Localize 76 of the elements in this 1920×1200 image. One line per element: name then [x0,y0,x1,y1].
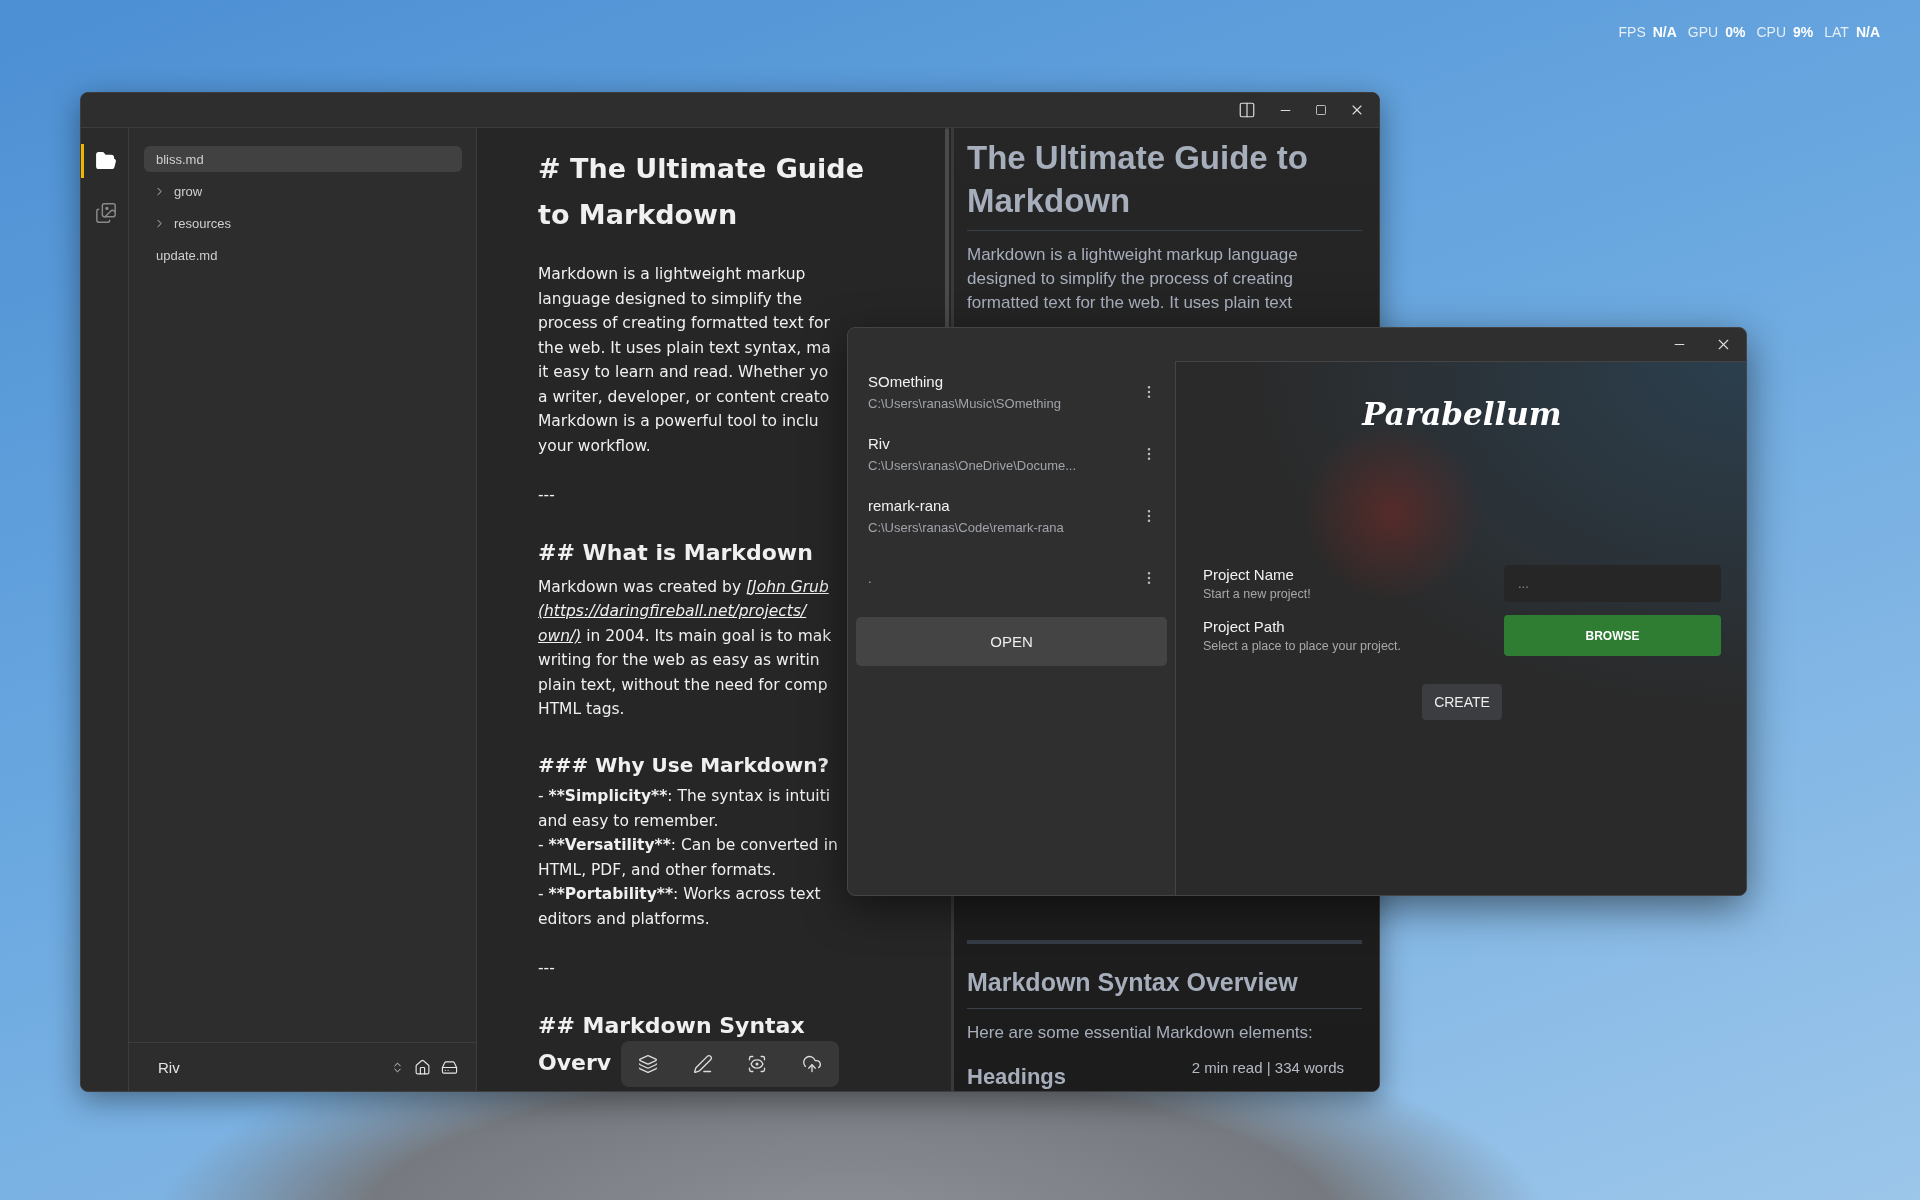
workspace-name[interactable]: Riv [158,1058,381,1076]
preview-text: formatted text for the web. It uses plain text [967,292,1293,314]
editor-line: plain text, without the need for comp [538,674,828,696]
file-tree-item[interactable]: bliss.md [144,146,462,172]
field-hint: Select a place to place your project. [1203,639,1402,653]
editor-heading: Overv [538,1048,612,1077]
editor-line: it easy to learn and read. Whether yo [538,362,829,383]
editor-line: and easy to remember. [538,810,719,832]
stat-value: N/A [1652,24,1677,40]
stat-value: 0% [1725,24,1746,40]
preview-text: Markdown is a lightweight markup language [967,244,1298,266]
project-name[interactable]: remark-rana [868,497,1141,514]
file-tree-item[interactable]: update.md [144,242,462,268]
file-tree-item[interactable]: resources [144,210,462,236]
editor-line: a writer, developer, or content creato [538,386,830,408]
editor-line: - **Portability**: Works across text [538,884,821,905]
editor-line: --- [538,957,555,979]
chevrons-up-down-icon[interactable] [391,1060,404,1074]
cloud-upload-icon [801,1054,822,1074]
preview-text: designed to simplify the process of creating [967,268,1293,290]
field-label: Project Path [1203,618,1286,635]
project-path: C:\Users\ranas\OneDrive\Docume... [868,458,1078,473]
preview-heading: The Ultimate Guide to [967,138,1310,178]
editor-heading: ### Why Use Markdown? [538,752,830,779]
editor-line: editors and platforms. [538,908,710,930]
stat-label: FPS [1618,24,1646,40]
maximize-icon[interactable] [1315,104,1327,116]
stat-label: GPU [1687,24,1719,40]
editor-heading: # The Ultimate Guide [538,152,864,186]
editor-line: HTML, PDF, and other formats. [538,859,777,881]
stat-label: CPU [1756,24,1786,40]
editor-line: --- [538,484,555,506]
pen-icon [692,1054,713,1074]
editor-heading: to Markdown [538,198,738,232]
editor-line: process of creating formatted text for [538,313,830,334]
field-label: Project Name [1203,566,1295,583]
editor-line: Markdown is a powerful tool to inclu [538,411,819,432]
editor-heading: ## Markdown Syntax [538,1012,805,1040]
project-path: C:\Users\ranas\Music\SOmething [868,396,1062,411]
editor-line: writing for the web as easy as writin [538,650,820,671]
project-name[interactable]: Riv [868,435,1141,452]
editor-line: - **Simplicity**: The syntax is intuiti [538,786,830,807]
editor-line: own/) in 2004. Its main goal is to mak [538,625,832,647]
editor-line: (https://daringfireball.net/projects/ [538,601,807,622]
images-icon [95,202,117,224]
create-button[interactable]: CREATE [1422,684,1502,720]
preview-heading: Markdown [967,181,1132,221]
editor-heading: ## What is Markdown [538,539,813,567]
project-path: C:\Users\ranas\Code\remark-rana [868,520,1065,535]
open-button[interactable]: OPEN [856,617,1167,666]
field-hint: Start a new project! [1203,587,1311,601]
file-tree-item[interactable]: grow [144,178,462,204]
project-path: . [868,570,873,586]
editor-line: HTML tags. [538,699,625,720]
project-name[interactable]: SOmething [868,373,1141,390]
app-logo: Parabellum [1362,396,1562,432]
editor-line: the web. It uses plain text syntax, ma [538,337,831,359]
editor-line: - **Versatility**: Can be converted in [538,835,838,856]
home-icon[interactable] [414,1058,431,1076]
stat-value: N/A [1855,24,1880,40]
preview-text: Here are some essential Markdown elements: [967,1022,1313,1044]
stat-label: LAT [1824,24,1849,40]
drive-icon[interactable] [441,1058,458,1076]
editor-line: Markdown is a lightweight markup [538,264,806,285]
editor-line: Markdown was created by [John Grub [538,576,829,598]
preview-heading: Headings [967,1063,1067,1091]
browse-button[interactable]: BROWSE [1504,615,1721,656]
editor-line: your workflow. [538,435,651,457]
editor-line: language designed to simplify the [538,288,802,310]
folder-icon [95,150,117,172]
project-name-input[interactable]: ... [1504,565,1721,602]
layers-icon [638,1054,659,1074]
stat-value: 9% [1793,24,1814,40]
split-view-icon[interactable] [1238,101,1256,119]
preview-heading: Markdown Syntax Overview [967,967,1299,998]
eye-icon [747,1054,768,1074]
